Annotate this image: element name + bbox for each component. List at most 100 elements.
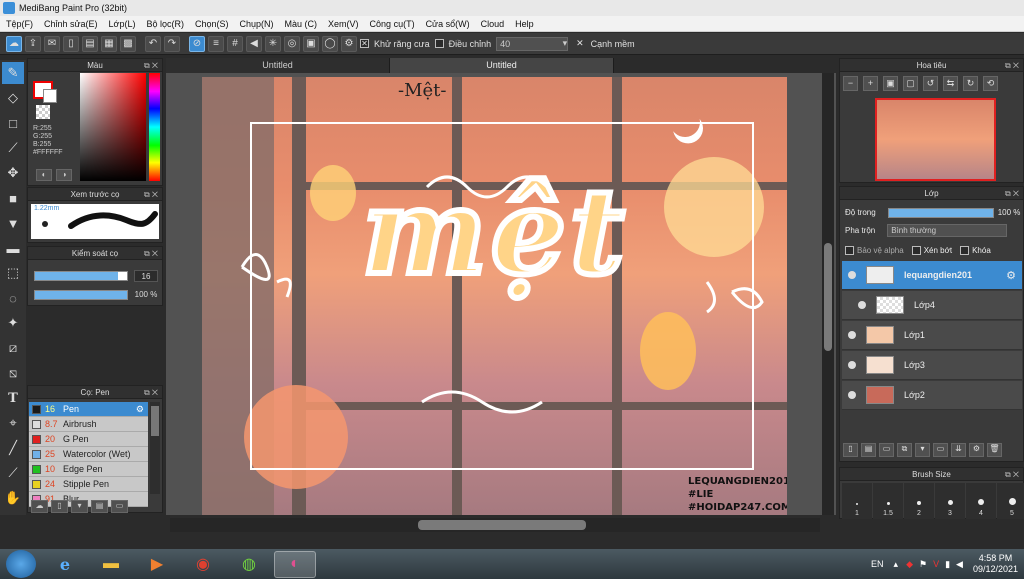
clock[interactable]: 4:58 PM 09/12/2021 bbox=[973, 553, 1018, 575]
select-eraser-tool-icon[interactable]: ⧅ bbox=[2, 362, 24, 384]
trash-icon[interactable]: 🗑 bbox=[987, 443, 1002, 457]
panel-float-close-icons[interactable]: ⧉ ✕ bbox=[1005, 187, 1019, 200]
parallel-snap-icon[interactable]: ≡ bbox=[208, 35, 224, 52]
merge-down-icon[interactable]: ⇊ bbox=[951, 443, 966, 457]
adjust-checkbox[interactable] bbox=[434, 39, 444, 48]
tray-arrow-icon[interactable]: ▴ bbox=[894, 559, 899, 570]
curve-snap-icon[interactable]: ▣ bbox=[303, 35, 319, 52]
eye-icon[interactable] bbox=[848, 361, 856, 369]
menu-window[interactable]: Cửa sổ(W) bbox=[426, 19, 470, 29]
rectangle-tool-icon[interactable]: □ bbox=[2, 112, 24, 134]
color-mode-icon[interactable]: ◐ bbox=[36, 169, 52, 181]
menu-filter[interactable]: Bộ lọc(R) bbox=[146, 19, 184, 29]
menu-layer[interactable]: Lớp(L) bbox=[109, 19, 136, 29]
layer-item[interactable]: lequangdien201 ⚙ bbox=[842, 261, 1022, 290]
hand-tool-icon[interactable]: ✋ bbox=[2, 487, 24, 509]
eye-icon[interactable] bbox=[848, 271, 856, 279]
brush-list-scrollbar[interactable] bbox=[150, 402, 160, 494]
radial-snap-icon[interactable]: ✳ bbox=[265, 35, 281, 52]
page-icon[interactable]: ▯ bbox=[63, 35, 79, 52]
folder-icon[interactable]: ▭ bbox=[111, 500, 128, 513]
grid-list-icon[interactable]: ▦ bbox=[101, 35, 117, 52]
layer-settings-icon[interactable]: ⚙ bbox=[969, 443, 984, 457]
eraser-tool-icon[interactable]: ◇ bbox=[2, 87, 24, 109]
brush-settings-icon[interactable]: ▤ bbox=[91, 500, 108, 513]
navigator-thumbnail[interactable] bbox=[875, 98, 996, 181]
brush-tool-icon[interactable]: ✎ bbox=[2, 62, 24, 84]
brush-opacity-slider[interactable] bbox=[34, 290, 128, 300]
brush-list-item[interactable]: 20 G Pen bbox=[29, 432, 148, 447]
gear-icon[interactable]: ⚙ bbox=[136, 404, 144, 415]
cloud-icon[interactable]: ☁ bbox=[6, 35, 22, 52]
canvas-horizontal-scrollbar[interactable] bbox=[170, 518, 820, 532]
brush-size-cell[interactable]: 5 bbox=[997, 483, 1024, 519]
operation-tool-icon[interactable]: ⌖ bbox=[2, 412, 24, 434]
volume-icon[interactable]: ◀ bbox=[956, 559, 963, 570]
brush-size-cell[interactable]: 1.5 bbox=[873, 483, 903, 519]
eye-icon[interactable] bbox=[848, 391, 856, 399]
menu-tools[interactable]: Công cụ(T) bbox=[370, 19, 415, 29]
brush-list-item[interactable]: 10 Edge Pen bbox=[29, 462, 148, 477]
file-explorer-icon[interactable]: ▬ bbox=[90, 551, 132, 578]
menu-cloud[interactable]: Cloud bbox=[481, 19, 505, 29]
transparent-color-swatch[interactable] bbox=[36, 105, 50, 119]
document-tab-1[interactable]: Untitled bbox=[166, 58, 390, 73]
panel-float-close-icons[interactable]: ⧉ ✕ bbox=[144, 247, 158, 260]
saturation-value-picker[interactable] bbox=[80, 73, 146, 181]
lasso-tool-icon[interactable]: ◌ bbox=[2, 287, 24, 309]
media-player-icon[interactable]: ▶ bbox=[136, 551, 178, 578]
brush-size-cell[interactable]: 4 bbox=[966, 483, 996, 519]
internet-explorer-icon[interactable]: e bbox=[44, 551, 86, 578]
canvas-vertical-scrollbar[interactable] bbox=[822, 73, 834, 515]
scroll-thumb[interactable] bbox=[151, 406, 159, 436]
medibang-taskbar-icon[interactable]: ◐ bbox=[274, 550, 316, 578]
dot-tool-icon[interactable]: ⟋ bbox=[2, 137, 24, 159]
brush-size-cell[interactable]: 1 bbox=[842, 483, 872, 519]
protect-alpha-checkbox[interactable] bbox=[845, 246, 854, 255]
layer-item[interactable]: Lớp4 bbox=[842, 291, 1022, 320]
tiles-icon[interactable]: ▩ bbox=[120, 35, 136, 52]
comment-icon[interactable]: ✉ bbox=[44, 35, 60, 52]
network-icon[interactable]: ▮ bbox=[945, 559, 950, 570]
text-tool-icon[interactable]: T bbox=[2, 387, 24, 409]
fill-rect-tool-icon[interactable]: ■ bbox=[2, 187, 24, 209]
lock-checkbox[interactable] bbox=[960, 246, 970, 255]
zoom-out-icon[interactable]: − bbox=[843, 76, 858, 91]
gradient-tool-icon[interactable]: ▬ bbox=[2, 237, 24, 259]
layer-item[interactable]: Lớp2 bbox=[842, 381, 1022, 410]
grid-snap-icon[interactable]: # bbox=[227, 35, 243, 52]
upload-icon[interactable]: ⇪ bbox=[25, 35, 41, 52]
brush-list-item[interactable]: 25 Watercolor (Wet) bbox=[29, 447, 148, 462]
layer-item[interactable]: Lớp3 bbox=[842, 351, 1022, 380]
menu-edit[interactable]: Chỉnh sửa(E) bbox=[44, 19, 98, 29]
brush-list-item[interactable]: 16 Pen ⚙ bbox=[29, 402, 148, 417]
folder-icon[interactable]: ▭ bbox=[933, 443, 948, 457]
brush-list-item[interactable]: 24 Stipple Pen bbox=[29, 477, 148, 492]
brush-size-cell[interactable]: 3 bbox=[935, 483, 965, 519]
document-icon[interactable]: ▤ bbox=[82, 35, 98, 52]
actual-size-icon[interactable]: ▢ bbox=[903, 76, 918, 91]
eye-icon[interactable] bbox=[858, 301, 866, 309]
divide-tool-icon[interactable]: ╱ bbox=[2, 437, 24, 459]
reset-rotation-icon[interactable]: ⟲ bbox=[983, 76, 998, 91]
snap-off-icon[interactable]: ⊘ bbox=[189, 35, 205, 52]
panel-float-close-icons[interactable]: ⧉ ✕ bbox=[144, 59, 158, 72]
settings-icon[interactable]: ⚙ bbox=[341, 35, 357, 52]
menu-select[interactable]: Chọn(S) bbox=[195, 19, 229, 29]
app-green-icon[interactable]: ◍ bbox=[228, 551, 270, 578]
document-tab-2[interactable]: Untitled bbox=[390, 58, 614, 73]
scroll-thumb[interactable] bbox=[418, 520, 586, 530]
rotate-left-icon[interactable]: ↺ bbox=[923, 76, 938, 91]
cloud-brush-icon[interactable]: ☁ bbox=[31, 500, 48, 513]
menu-file[interactable]: Tệp(F) bbox=[6, 19, 33, 29]
brush-list-item[interactable]: 8.7 Airbrush bbox=[29, 417, 148, 432]
redo-icon[interactable]: ↷ bbox=[164, 35, 180, 52]
undo-icon[interactable]: ↶ bbox=[145, 35, 161, 52]
new-brush-icon[interactable]: ▯ bbox=[51, 500, 68, 513]
eyedropper-tool-icon[interactable]: ⟋ bbox=[2, 462, 24, 484]
select-pen-tool-icon[interactable]: ⧄ bbox=[2, 337, 24, 359]
zoom-in-icon[interactable]: + bbox=[863, 76, 878, 91]
concentric-snap-icon[interactable]: ◎ bbox=[284, 35, 300, 52]
eye-icon[interactable] bbox=[848, 331, 856, 339]
chrome-icon[interactable]: ◉ bbox=[182, 551, 224, 578]
